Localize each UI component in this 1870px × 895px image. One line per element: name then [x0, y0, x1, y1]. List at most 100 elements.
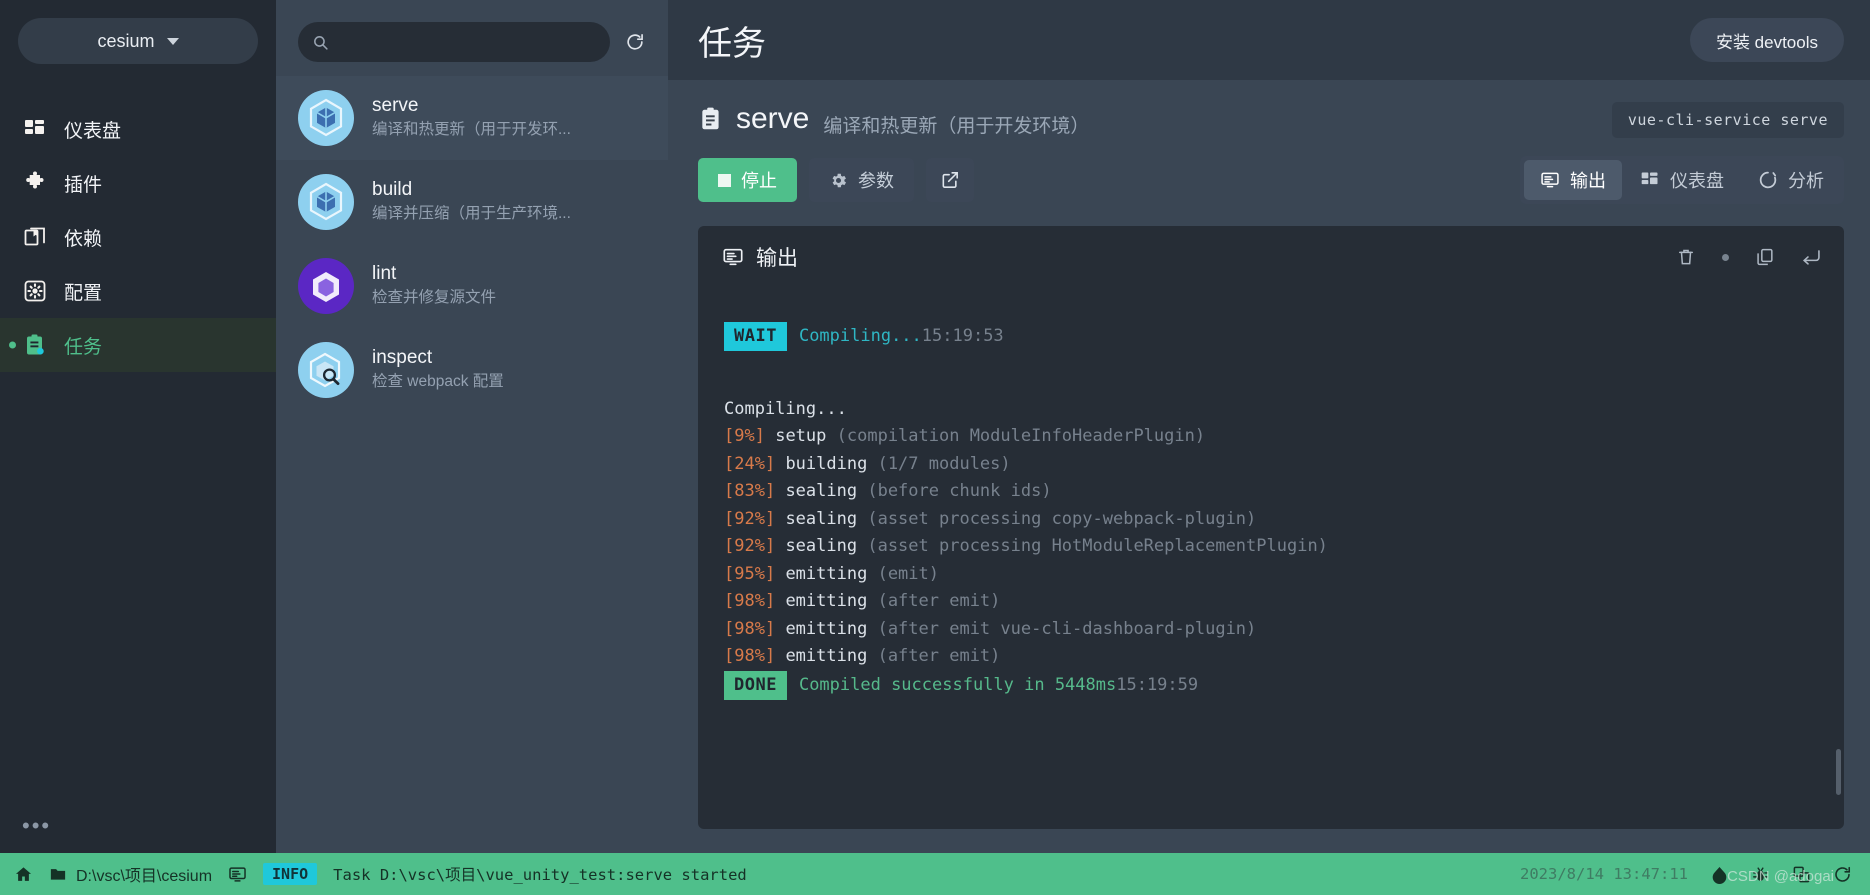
books-icon: [22, 224, 48, 250]
search-box[interactable]: [298, 22, 610, 62]
step-pct: [92%]: [724, 536, 776, 557]
chevron-down-icon: [166, 37, 179, 45]
log-line-step: [83%] sealing (before chunk ids): [724, 481, 1052, 501]
task-list-item-build[interactable]: build 编译并压缩（用于生产环境...: [276, 160, 668, 244]
trash-icon[interactable]: [1676, 247, 1696, 267]
log-line-step: [95%] emitting (emit): [724, 564, 939, 584]
task-list-item-inspect[interactable]: inspect 检查 webpack 配置: [276, 328, 668, 412]
log-line-step: [9%] setup (compilation ModuleInfoHeader…: [724, 426, 1205, 446]
sidebar-more-button[interactable]: •••: [22, 813, 51, 839]
tab-output-label: 输出: [1570, 171, 1606, 191]
sidebar-item-dependencies[interactable]: 依赖: [0, 210, 276, 264]
search-input[interactable]: [339, 33, 596, 51]
log-line-step: [98%] emitting (after emit): [724, 591, 1000, 611]
log-line-step: [92%] sealing (asset processing HotModul…: [724, 536, 1328, 556]
step-pct: [92%]: [724, 508, 776, 529]
page-title: 任务: [698, 24, 766, 63]
open-external-button[interactable]: [926, 158, 974, 202]
sidebar-item-dashboard[interactable]: 仪表盘: [0, 102, 276, 156]
step-phase: emitting: [785, 646, 868, 667]
sidebar-item-label: 仪表盘: [64, 120, 122, 142]
sidebar-item-label: 依赖: [64, 228, 103, 250]
sidebar-item-plugins[interactable]: 插件: [0, 156, 276, 210]
app-root: cesium 仪表盘 插件 依赖 配置 任务 ••• serve 编译和热更新（…: [0, 0, 1870, 895]
output-card: 输出 WAIT Compiling...15:19:53 Compiling..…: [698, 226, 1844, 829]
parameters-button-label: 参数: [858, 171, 894, 191]
status-badge: INFO: [263, 863, 318, 885]
step-pct: [9%]: [724, 426, 765, 447]
refresh-icon[interactable]: [618, 25, 652, 59]
analyze-icon: [1758, 170, 1778, 190]
log-line-step: [98%] emitting (after emit): [724, 646, 1000, 666]
status-bar-right: 2023/8/14 13:47:11: [1520, 865, 1852, 884]
log-line-step: [92%] sealing (asset processing copy-web…: [724, 509, 1256, 529]
task-item-desc: 检查 webpack 配置: [372, 373, 504, 391]
task-list-item-serve[interactable]: serve 编译和热更新（用于开发环...: [276, 76, 668, 160]
task-detail-description: 编译和热更新（用于开发环境）: [823, 116, 1090, 137]
tab-analyze-label: 分析: [1788, 171, 1824, 191]
task-item-text: inspect 检查 webpack 配置: [372, 346, 504, 393]
terminal-icon[interactable]: [228, 865, 247, 884]
step-phase: sealing: [785, 508, 858, 529]
home-icon[interactable]: [14, 865, 33, 884]
step-detail: (asset processing copy-webpack-plugin): [867, 508, 1257, 529]
done-badge: DONE: [724, 670, 787, 701]
step-pct: [98%]: [724, 646, 776, 667]
tab-analyze[interactable]: 分析: [1742, 160, 1840, 200]
copy-icon[interactable]: [1755, 247, 1775, 267]
status-message: Task D:\vsc\项目\vue_unity_test:serve star…: [333, 866, 747, 884]
log-line-step: [24%] building (1/7 modules): [724, 454, 1011, 474]
sidebar-item-label: 插件: [64, 174, 103, 196]
step-detail: (after emit vue-cli-dashboard-plugin): [877, 618, 1257, 639]
layers-icon[interactable]: [1792, 865, 1811, 884]
log-blank-line: [724, 351, 1818, 368]
task-item-name: lint: [372, 263, 397, 285]
status-bar-left: D:\vsc\项目\cesium INFO Task D:\vsc\项目\vue…: [14, 862, 747, 886]
sidebar-item-configuration[interactable]: 配置: [0, 264, 276, 318]
step-phase: sealing: [785, 481, 858, 502]
install-devtools-button[interactable]: 安装 devtools: [1689, 18, 1844, 62]
output-header-left: 输出: [722, 242, 798, 272]
gear-icon: [22, 278, 48, 304]
wrap-icon[interactable]: [1801, 247, 1822, 268]
status-project-path[interactable]: D:\vsc\项目\cesium: [49, 862, 212, 886]
dot-icon[interactable]: [1722, 253, 1729, 261]
status-time: 2023/8/14 13:47:11: [1520, 865, 1688, 883]
contrast-icon[interactable]: [1710, 865, 1729, 884]
step-detail: (after emit): [877, 646, 1001, 667]
step-detail: (emit): [877, 563, 939, 584]
step-phase: emitting: [785, 591, 868, 612]
task-item-text: build 编译并压缩（用于生产环境...: [372, 178, 571, 225]
wait-time: 15:19:53: [921, 325, 1004, 346]
bug-icon[interactable]: [1751, 865, 1770, 884]
log-blank-line: [724, 790, 1818, 807]
project-switcher[interactable]: cesium: [18, 18, 258, 64]
parameters-button[interactable]: 参数: [809, 158, 914, 202]
task-detail-title-row: serve 编译和热更新（用于开发环境） vue-cli-service ser…: [698, 102, 1844, 138]
sidebar-nav: 仪表盘 插件 依赖 配置 任务: [0, 102, 276, 372]
dashboard-icon: [1640, 170, 1660, 190]
status-bar: D:\vsc\项目\cesium INFO Task D:\vsc\项目\vue…: [0, 853, 1870, 895]
console-scrollbar[interactable]: [1836, 749, 1841, 795]
console-output[interactable]: WAIT Compiling...15:19:53 Compiling... [9…: [698, 288, 1844, 829]
tab-dashboard[interactable]: 仪表盘: [1624, 160, 1740, 200]
task-item-name: serve: [372, 95, 419, 117]
stop-button[interactable]: 停止: [698, 158, 797, 202]
task-list-item-lint[interactable]: lint 检查并修复源文件: [276, 244, 668, 328]
sync-icon[interactable]: [1833, 865, 1852, 884]
done-time: 15:19:59: [1116, 674, 1199, 695]
active-indicator-dot: [9, 341, 16, 349]
sidebar-item-tasks[interactable]: 任务: [0, 318, 276, 372]
external-link-icon: [940, 170, 960, 190]
view-tabs: 输出 仪表盘 分析: [1520, 156, 1844, 204]
wait-text: Compiling...: [798, 325, 922, 346]
log-blank-line: [724, 700, 1818, 717]
log-line-done: DONE Compiled successfully in 5448ms15:19…: [724, 670, 1199, 701]
project-name: cesium: [97, 30, 155, 51]
step-detail: (asset processing HotModuleReplacementPl…: [867, 536, 1328, 557]
step-phase: sealing: [785, 536, 858, 557]
step-detail: (compilation ModuleInfoHeaderPlugin): [836, 426, 1206, 447]
wait-badge: WAIT: [724, 321, 787, 352]
step-pct: [95%]: [724, 563, 776, 584]
tab-output[interactable]: 输出: [1524, 160, 1622, 200]
